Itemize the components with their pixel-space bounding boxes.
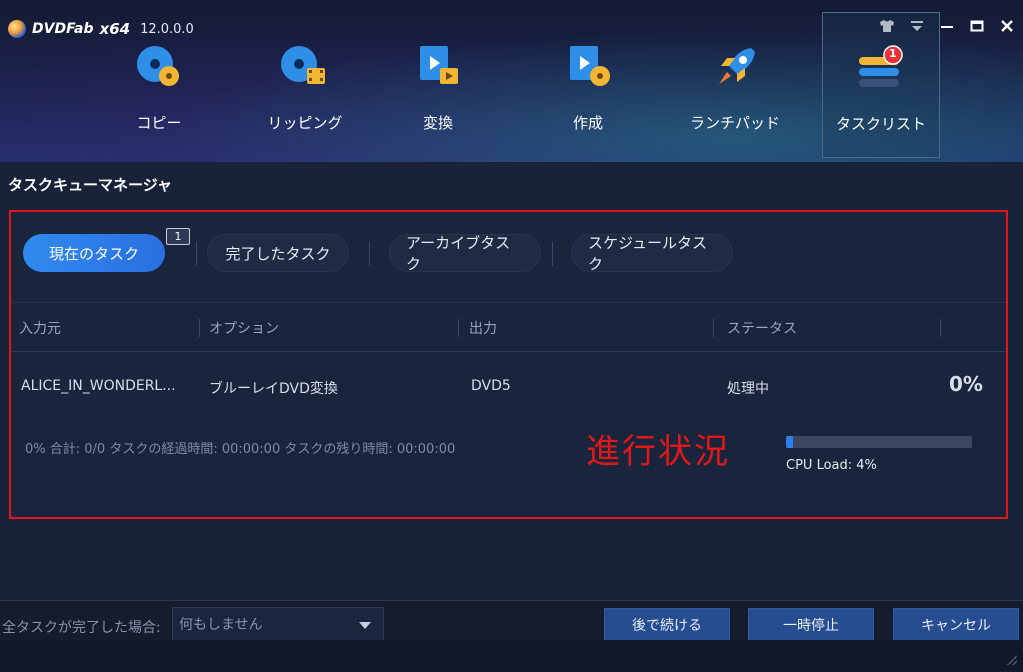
nav-label-launchpad: ランチパッド [689, 114, 780, 132]
tab-divider [552, 242, 553, 266]
cancel-button[interactable]: キャンセル [893, 608, 1019, 642]
after-complete-label: 全タスクが完了した場合: [2, 620, 161, 636]
nav-label-ripping: リッピング [267, 114, 343, 132]
nav-item-copy[interactable]: コピー [100, 12, 218, 158]
after-complete-value: 何もしません [179, 617, 263, 633]
column-divider [713, 319, 714, 337]
nav-item-convert[interactable]: 変換 [379, 12, 497, 158]
brand-name: DVDFab [32, 21, 94, 37]
tab-current-tasks[interactable]: 現在のタスク [23, 234, 165, 272]
page-title: タスクキューマネージャ [8, 176, 172, 194]
chevron-down-icon [359, 622, 371, 629]
cpu-load: CPU Load: 4% [786, 458, 877, 473]
task-output: DVD5 [471, 378, 511, 394]
dvdfab-logo-icon [8, 20, 26, 38]
tab-archive-tasks[interactable]: アーカイブタスク [389, 234, 541, 273]
task-status: 処理中 [727, 381, 769, 397]
column-divider [940, 319, 941, 337]
close-icon[interactable] [999, 18, 1015, 34]
task-option: ブルーレイDVD変換 [209, 381, 338, 397]
current-task-badge: 1 [166, 228, 190, 245]
nav-label-convert: 変換 [422, 114, 453, 132]
column-source[interactable]: 入力元 [19, 318, 61, 338]
column-divider [199, 319, 200, 337]
pause-button[interactable]: 一時停止 [748, 608, 874, 642]
nav-label-copy: コピー [136, 114, 182, 132]
task-source: ALICE_IN_WONDERL... [21, 378, 176, 394]
minimize-icon[interactable] [939, 18, 955, 34]
tab-schedule-tasks[interactable]: スケジュールタスク [571, 234, 733, 273]
app-header: DVDFab x64 12.0.0.0 コピー リッピング 変換 作成 ランチパ… [0, 0, 1023, 162]
status-strip [0, 640, 1023, 671]
disc-rip-icon [277, 42, 333, 94]
task-progress-bar [786, 436, 972, 448]
nav-item-create[interactable]: 作成 [529, 12, 647, 158]
nav-item-task-list[interactable]: 1 タスクリスト [822, 12, 940, 158]
tab-divider [196, 242, 197, 266]
column-output[interactable]: 出力 [469, 318, 497, 338]
resize-grip-icon[interactable] [1007, 655, 1017, 665]
nav-item-ripping[interactable]: リッピング [246, 12, 364, 158]
tab-divider [369, 242, 370, 266]
task-progress-details: 0% 合計: 0/0 タスクの経過時間: 00:00:00 タスクの残り時間: … [25, 442, 456, 457]
table-row[interactable]: ALICE_IN_WONDERL... ブルーレイDVD変換 DVD5 処理中 … [11, 352, 1006, 512]
rocket-icon [707, 42, 763, 94]
disc-copy-icon [131, 42, 187, 94]
column-option[interactable]: オプション [209, 318, 279, 338]
task-count-badge: 1 [889, 47, 897, 60]
video-create-icon [560, 42, 616, 94]
progress-annotation: 進行状況 [586, 432, 730, 472]
task-progress-fill [786, 436, 794, 448]
after-complete-select[interactable]: 何もしません [172, 607, 384, 641]
column-divider [458, 319, 459, 337]
task-percent: 0% [949, 372, 983, 396]
nav-item-launchpad[interactable]: ランチパッド [676, 12, 794, 158]
column-status[interactable]: ステータス [727, 318, 797, 338]
nav-label-task-list: タスクリスト [835, 115, 926, 133]
task-list-icon: 1 [853, 43, 909, 95]
nav-label-create: 作成 [572, 114, 603, 132]
continue-later-button[interactable]: 後で続ける [604, 608, 730, 642]
maximize-icon[interactable] [969, 18, 985, 34]
tab-completed-tasks[interactable]: 完了したタスク [207, 234, 349, 272]
table-header: 入力元 オプション 出力 ステータス [11, 302, 1006, 352]
task-panel: 現在のタスク 1 完了したタスク アーカイブタスク スケジュールタスク 入力元 … [9, 210, 1008, 519]
video-convert-icon [410, 42, 466, 94]
